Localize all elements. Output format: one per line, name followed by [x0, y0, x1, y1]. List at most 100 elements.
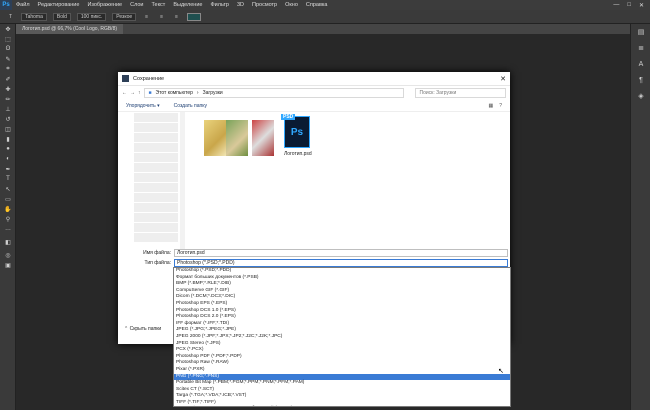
breadcrumb[interactable]: ■ Этот компьютер › Загрузки: [143, 88, 404, 98]
layers-panel-icon[interactable]: ◈: [631, 88, 650, 104]
filetype-option[interactable]: Targa (*.TGA;*.VDA;*.ICB;*.VST): [174, 393, 510, 400]
font-family-select[interactable]: Tahoma: [21, 12, 47, 21]
filetype-option[interactable]: JPEG (*.JPG;*.JPEG;*.JPE): [174, 327, 510, 334]
filetype-option[interactable]: Photoshop (*.PSD;*.PDD): [174, 268, 510, 275]
back-icon[interactable]: ←: [122, 90, 127, 96]
text-tool-icon[interactable]: T: [6, 13, 15, 21]
nav-item[interactable]: [134, 213, 178, 222]
blurred-file-thumbnail[interactable]: [204, 120, 226, 156]
psd-file-icon[interactable]: PSD Ps: [281, 114, 310, 148]
blurred-file-thumbnail[interactable]: [252, 120, 274, 156]
nav-item[interactable]: [134, 163, 178, 172]
view-options-icon[interactable]: ▦: [488, 103, 493, 109]
menu-filter[interactable]: Фильтр: [206, 2, 232, 8]
font-style-select[interactable]: Bold: [52, 12, 71, 21]
menu-edit[interactable]: Редактирование: [34, 2, 84, 8]
filetype-option[interactable]: JPEG Stereo (*.JPS): [174, 341, 510, 348]
organize-button[interactable]: Упорядочить ▾: [126, 103, 160, 109]
filetype-option[interactable]: Portable Bit Map (*.PBM;*.PGM;*.PPM;*.PN…: [174, 380, 510, 387]
menu-image[interactable]: Изображение: [83, 2, 126, 8]
quick-mask-icon[interactable]: ◎: [0, 250, 16, 260]
marquee-tool-icon[interactable]: ⬚: [0, 34, 16, 44]
nav-item[interactable]: [134, 133, 178, 142]
blur-tool-icon[interactable]: ●: [0, 144, 16, 154]
hand-tool-icon[interactable]: ✋: [0, 204, 16, 214]
menu-file[interactable]: Файл: [12, 2, 34, 8]
breadcrumb-downloads[interactable]: Загрузки: [203, 90, 223, 96]
move-tool-icon[interactable]: ✥: [0, 24, 16, 34]
help-icon[interactable]: ?: [499, 103, 502, 109]
menu-help[interactable]: Справка: [302, 2, 332, 8]
brush-tool-icon[interactable]: ✏: [0, 94, 16, 104]
history-brush-icon[interactable]: ↺: [0, 114, 16, 124]
up-icon[interactable]: ↑: [138, 90, 141, 96]
lasso-tool-icon[interactable]: ʘ: [0, 44, 16, 54]
paragraph-panel-icon[interactable]: ¶: [631, 72, 650, 88]
nav-item[interactable]: [134, 233, 178, 242]
close-icon[interactable]: ✕: [496, 75, 510, 83]
nav-item[interactable]: [134, 123, 178, 132]
filetype-option[interactable]: PCX (*.PCX): [174, 347, 510, 354]
minimize-button[interactable]: —: [613, 2, 619, 9]
menu-window[interactable]: Окно: [281, 2, 302, 8]
filetype-option[interactable]: Photoshop Raw (*.RAW): [174, 360, 510, 367]
filetype-option[interactable]: BMP (*.BMP;*.RLE;*.DIB): [174, 281, 510, 288]
hide-folders-toggle[interactable]: ⌃ Скрыть папки: [124, 326, 161, 332]
filetype-option[interactable]: Мультиформатная поддержка изображений (*…: [174, 406, 510, 407]
antialias-select[interactable]: Резкое: [112, 12, 137, 21]
filetype-option[interactable]: Photoshop EPS (*.EPS): [174, 301, 510, 308]
history-panel-icon[interactable]: ▤: [631, 24, 650, 40]
dodge-tool-icon[interactable]: ◐: [0, 154, 16, 164]
shape-tool-icon[interactable]: ▭: [0, 194, 16, 204]
gradient-icon[interactable]: ▮: [0, 134, 16, 144]
menu-view[interactable]: Просмотр: [248, 2, 281, 8]
align-right-icon[interactable]: ≡: [172, 13, 181, 21]
nav-scrollbar[interactable]: [180, 112, 185, 254]
filename-input[interactable]: Логотип.psd: [174, 248, 508, 257]
screen-mode-icon[interactable]: ▣: [0, 260, 16, 270]
path-select-icon[interactable]: ↖: [0, 184, 16, 194]
zoom-tool-icon[interactable]: ⚲: [0, 214, 16, 224]
crop-tool-icon[interactable]: ⌗: [0, 64, 16, 74]
nav-item[interactable]: [134, 143, 178, 152]
menu-layers[interactable]: Слои: [126, 2, 147, 8]
menu-3d[interactable]: 3D: [233, 2, 248, 8]
breadcrumb-computer[interactable]: Этот компьютер: [156, 90, 193, 96]
forward-icon[interactable]: →: [130, 90, 135, 96]
properties-panel-icon[interactable]: ≣: [631, 40, 650, 56]
filetype-select[interactable]: Photoshop (*.PSD;*.PDD): [174, 258, 508, 267]
filetype-option[interactable]: JPEG 2000 (*.JPF;*.JPX;*.JP2;*.J2C;*.J2K…: [174, 334, 510, 341]
character-panel-icon[interactable]: A: [631, 56, 650, 72]
nav-item[interactable]: [134, 203, 178, 212]
filetype-option[interactable]: Dicom (*.DCM;*.DC3;*.DIC): [174, 294, 510, 301]
search-input[interactable]: Поиск: Загрузки: [414, 88, 506, 98]
color-swatches-icon[interactable]: ◧: [0, 234, 16, 250]
nav-item[interactable]: [134, 193, 178, 202]
new-folder-button[interactable]: Создать папку: [174, 103, 207, 109]
blurred-file-thumbnail[interactable]: [226, 120, 248, 156]
document-tab[interactable]: Логотип.psd @ 66,7% (Cool Logo, RGB/8): [16, 24, 124, 34]
pen-tool-icon[interactable]: ✒: [0, 164, 16, 174]
healing-brush-icon[interactable]: ✚: [0, 84, 16, 94]
nav-item[interactable]: [134, 183, 178, 192]
nav-item[interactable]: [134, 153, 178, 162]
stamp-tool-icon[interactable]: ⊥: [0, 104, 16, 114]
filetype-option[interactable]: Pixar (*.PXR): [174, 367, 510, 374]
font-size-select[interactable]: 100 пикс.: [76, 12, 107, 21]
eyedropper-icon[interactable]: ✐: [0, 74, 16, 84]
eraser-icon[interactable]: ◫: [0, 124, 16, 134]
filetype-option[interactable]: Photoshop DCS 2.0 (*.EPS): [174, 314, 510, 321]
align-left-icon[interactable]: ≡: [142, 13, 151, 21]
align-center-icon[interactable]: ≡: [157, 13, 166, 21]
menu-text[interactable]: Текст: [147, 2, 169, 8]
more-tools-icon[interactable]: …: [0, 224, 16, 234]
text-color-swatch[interactable]: [186, 12, 201, 21]
type-tool-icon[interactable]: T: [0, 174, 16, 184]
nav-item[interactable]: [134, 173, 178, 182]
menu-select[interactable]: Выделение: [169, 2, 206, 8]
quick-select-icon[interactable]: ✎: [0, 54, 16, 64]
nav-item[interactable]: [134, 223, 178, 232]
nav-item[interactable]: [134, 113, 178, 122]
close-window-button[interactable]: ✕: [639, 2, 644, 9]
maximize-button[interactable]: □: [627, 2, 631, 9]
